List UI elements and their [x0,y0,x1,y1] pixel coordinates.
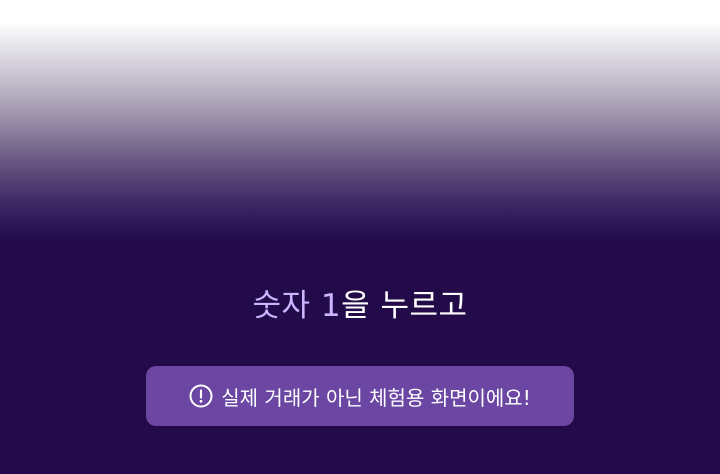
instruction-text: 숫자 1을 누르고 [0,283,720,329]
top-gradient-fade [0,0,720,240]
notice-text: 실제 거래가 아닌 체험용 화면이에요! [221,385,531,410]
instruction-part-action: 을 누르고 [341,288,468,324]
demo-screen: 숫자 1을 누르고 실제 거래가 아닌 체험용 화면이에요! [0,0,720,474]
instruction-part-number-word: 숫자 [252,288,321,324]
demo-notice-banner: 실제 거래가 아닌 체험용 화면이에요! [146,366,574,426]
exclamation-circle-icon [189,384,213,408]
instruction-digit: 1 [320,288,342,324]
